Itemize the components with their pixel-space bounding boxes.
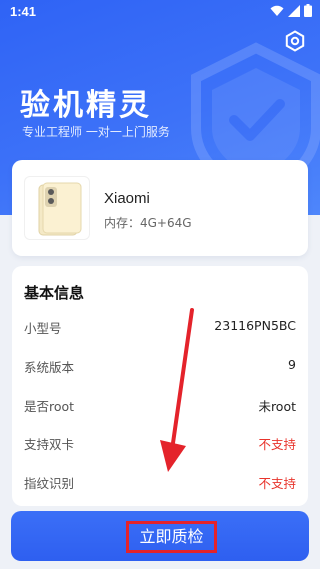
wifi-icon: [270, 5, 284, 16]
info-value: 不支持: [258, 476, 296, 491]
app-title: 验机精灵: [20, 88, 152, 123]
info-label: 支持双卡: [24, 437, 75, 452]
signal-icon: [288, 4, 300, 17]
section-title: 基本信息: [24, 284, 85, 302]
info-value: 不支持: [258, 437, 296, 452]
info-value: 9: [288, 357, 296, 372]
info-label: 小型号: [24, 321, 62, 336]
battery-icon: [304, 4, 312, 17]
start-inspection-button[interactable]: 立即质检: [11, 511, 309, 561]
start-inspection-label: 立即质检: [126, 521, 217, 553]
info-label: 系统版本: [24, 360, 75, 375]
status-bar: 1:41: [0, 0, 320, 24]
device-memory: 内存：4G+64G: [104, 216, 192, 230]
info-label: 是否root: [24, 399, 75, 414]
info-value: 23116PN5BC: [214, 318, 296, 333]
info-value: 未root: [258, 399, 296, 414]
annotation-arrow-icon: [160, 308, 194, 472]
device-brand: Xiaomi: [104, 190, 150, 207]
status-time: 1:41: [10, 4, 37, 19]
device-image: [24, 176, 90, 240]
device-card: Xiaomi 内存：4G+64G: [12, 160, 308, 256]
status-icons: [270, 4, 312, 17]
settings-gear-icon[interactable]: [284, 30, 306, 52]
app-subtitle: 专业工程师 一对一上门服务: [22, 125, 170, 139]
info-label: 指纹识别: [24, 476, 75, 491]
